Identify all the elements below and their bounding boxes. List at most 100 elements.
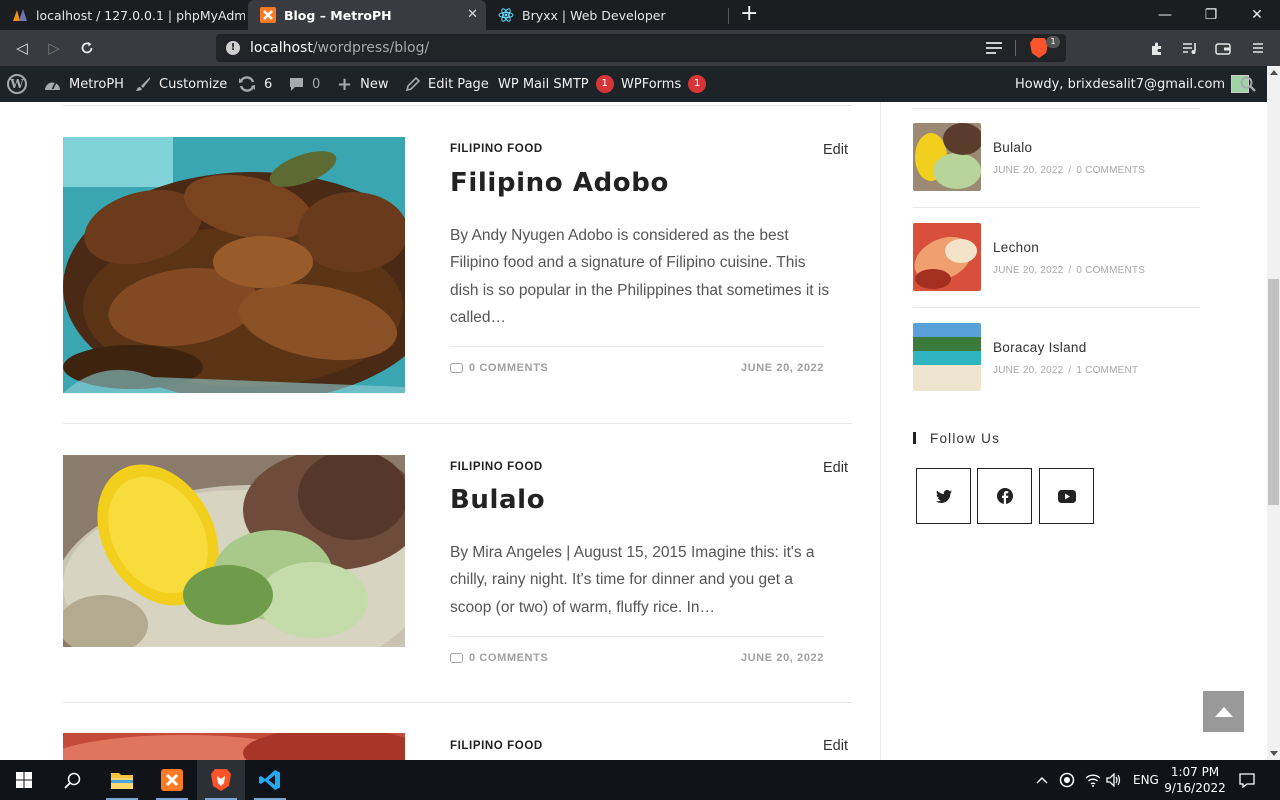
my-account-menu[interactable]: Howdy, brixdesalit7@gmail.com xyxy=(1015,66,1250,102)
playlist-icon[interactable] xyxy=(1179,38,1199,58)
comments-link[interactable]: 0 COMMENTS xyxy=(450,362,548,374)
tab-blog-metroph[interactable]: Blog – MetroPH ✕ xyxy=(248,0,486,30)
menu-icon[interactable] xyxy=(1248,38,1268,58)
phpmyadmin-icon xyxy=(12,7,28,23)
windows-icon xyxy=(16,772,32,788)
comments-icon xyxy=(450,363,463,373)
recent-post-comments[interactable]: 1 COMMENT xyxy=(1076,365,1138,376)
search-button[interactable] xyxy=(48,760,96,800)
windows-taskbar: ENG 1:07 PM 9/16/2022 xyxy=(0,760,1280,800)
url-host: localhost xyxy=(250,40,313,56)
facebook-icon xyxy=(996,488,1013,504)
input-language[interactable]: ENG xyxy=(1133,760,1159,800)
follow-us-label: Follow Us xyxy=(930,430,1001,446)
twitter-link[interactable] xyxy=(916,468,971,524)
post-excerpt: By Mira Angeles | August 15, 2015 Imagin… xyxy=(450,544,815,616)
recent-post-date: JUNE 20, 2022 xyxy=(993,265,1064,276)
address-bar[interactable]: ! localhost/wordpress/blog/ 1 xyxy=(216,34,1066,62)
recent-post-comments[interactable]: 0 COMMENTS xyxy=(1076,265,1145,276)
restore-button[interactable]: ❐ xyxy=(1188,0,1234,30)
comments-count: 0 COMMENTS xyxy=(469,362,549,374)
updates-link[interactable]: 6 xyxy=(238,66,272,102)
wp-mail-smtp-menu[interactable]: WP Mail SMTP 1 xyxy=(498,66,614,102)
edit-page-link[interactable]: Edit Page xyxy=(405,66,489,102)
tab-phpmyadmin[interactable]: localhost / 127.0.0.1 | phpMyAdmin 5. xyxy=(0,0,245,30)
facebook-link[interactable] xyxy=(977,468,1032,524)
comments-link[interactable]: 0 xyxy=(289,66,320,102)
arrow-up-icon xyxy=(1214,706,1233,717)
post-edit-link[interactable]: Edit xyxy=(823,738,848,754)
post-category[interactable]: FILIPINO FOOD xyxy=(450,461,543,473)
post-title[interactable]: Filipino Adobo xyxy=(450,168,669,198)
volume-button[interactable] xyxy=(1106,760,1122,800)
search-icon xyxy=(63,772,80,789)
scroll-to-top-button[interactable] xyxy=(1203,691,1244,732)
notifications-button[interactable] xyxy=(1239,760,1255,800)
recent-post-title[interactable]: Boracay Island xyxy=(993,340,1087,355)
notification-badge: 1 xyxy=(595,75,614,93)
recent-post-item[interactable]: Bulalo JUNE 20, 2022 / 0 COMMENTS xyxy=(913,123,1200,193)
xampp-button[interactable] xyxy=(148,760,196,800)
post-category[interactable]: FILIPINO FOOD xyxy=(450,143,543,155)
wp-logo-menu[interactable]: W xyxy=(7,66,27,102)
network-button[interactable] xyxy=(1085,760,1101,800)
customize-link[interactable]: Customize xyxy=(135,66,227,102)
file-explorer-button[interactable] xyxy=(98,760,146,800)
notification-icon xyxy=(1239,772,1255,788)
post-category[interactable]: FILIPINO FOOD xyxy=(450,740,543,752)
back-button[interactable]: ◁ xyxy=(12,38,32,58)
recent-post-thumbnail[interactable] xyxy=(913,323,981,391)
address-separator xyxy=(1015,40,1016,56)
page-scrollbar[interactable] xyxy=(1267,66,1280,760)
tab-bryxx[interactable]: Bryxx | Web Developer xyxy=(486,0,726,30)
page-content: FILIPINO FOOD Edit Filipino Adobo By And… xyxy=(0,102,1267,760)
recent-post-thumbnail[interactable] xyxy=(913,223,981,291)
edit-page-label: Edit Page xyxy=(428,76,489,92)
post-thumbnail-lechon[interactable] xyxy=(63,733,405,760)
howdy-text: Howdy, brixdesalit7@gmail.com xyxy=(1015,76,1226,92)
forward-button[interactable]: ▷ xyxy=(44,38,64,58)
scroll-up-arrow[interactable] xyxy=(1270,70,1278,75)
start-button[interactable] xyxy=(0,760,48,800)
wp-admin-bar: W MetroPH Customize 6 0 + New Edit Page … xyxy=(0,66,1267,102)
recent-post-title[interactable]: Lechon xyxy=(993,240,1039,255)
brave-browser-button[interactable] xyxy=(197,760,245,800)
wallet-icon[interactable] xyxy=(1213,38,1233,58)
new-content-menu[interactable]: + New xyxy=(337,66,388,102)
search-button[interactable] xyxy=(1240,66,1256,102)
recent-post-item[interactable]: Boracay Island JUNE 20, 2022 / 1 COMMENT xyxy=(913,323,1200,393)
url-text[interactable]: localhost/wordpress/blog/ xyxy=(250,40,429,56)
show-hidden-icons[interactable] xyxy=(1036,760,1048,800)
vscode-button[interactable] xyxy=(246,760,294,800)
tray-app-icon[interactable] xyxy=(1059,760,1075,800)
comments-icon xyxy=(450,653,463,663)
recent-post-title[interactable]: Bulalo xyxy=(993,140,1032,155)
post-thumbnail-adobo[interactable] xyxy=(63,137,405,393)
minimize-button[interactable]: — xyxy=(1142,0,1188,30)
dashboard-icon xyxy=(44,77,61,91)
site-name-menu[interactable]: MetroPH xyxy=(44,66,124,102)
recent-post-item[interactable]: Lechon JUNE 20, 2022 / 0 COMMENTS xyxy=(913,223,1200,293)
clock[interactable]: 1:07 PM 9/16/2022 xyxy=(1160,764,1230,796)
scroll-down-arrow[interactable] xyxy=(1270,751,1278,756)
post-thumbnail-bulalo[interactable] xyxy=(63,455,405,647)
new-tab-button[interactable]: + xyxy=(740,3,758,25)
comments-link[interactable]: 0 COMMENTS xyxy=(450,652,548,664)
recent-post-meta: JUNE 20, 2022 / 0 COMMENTS xyxy=(993,165,1145,176)
wpforms-menu[interactable]: WPForms 1 xyxy=(621,66,707,102)
post-edit-link[interactable]: Edit xyxy=(823,460,848,476)
scrollbar-thumb[interactable] xyxy=(1268,279,1279,505)
extensions-icon[interactable] xyxy=(1147,38,1167,58)
post-edit-link[interactable]: Edit xyxy=(823,142,848,158)
recent-post-thumbnail[interactable] xyxy=(913,123,981,191)
site-info-icon[interactable]: ! xyxy=(226,41,240,55)
post-excerpt: By Andy Nyugen Adobo is considered as th… xyxy=(450,227,830,326)
recent-post-comments[interactable]: 0 COMMENTS xyxy=(1076,165,1145,176)
reload-button[interactable] xyxy=(77,38,97,58)
recent-post-meta: JUNE 20, 2022 / 1 COMMENT xyxy=(993,365,1138,376)
close-window-button[interactable]: ✕ xyxy=(1234,0,1280,30)
post-title[interactable]: Bulalo xyxy=(450,485,545,515)
youtube-link[interactable] xyxy=(1039,468,1094,524)
reader-mode-icon[interactable] xyxy=(986,42,1002,54)
close-tab-icon[interactable]: ✕ xyxy=(467,7,478,22)
